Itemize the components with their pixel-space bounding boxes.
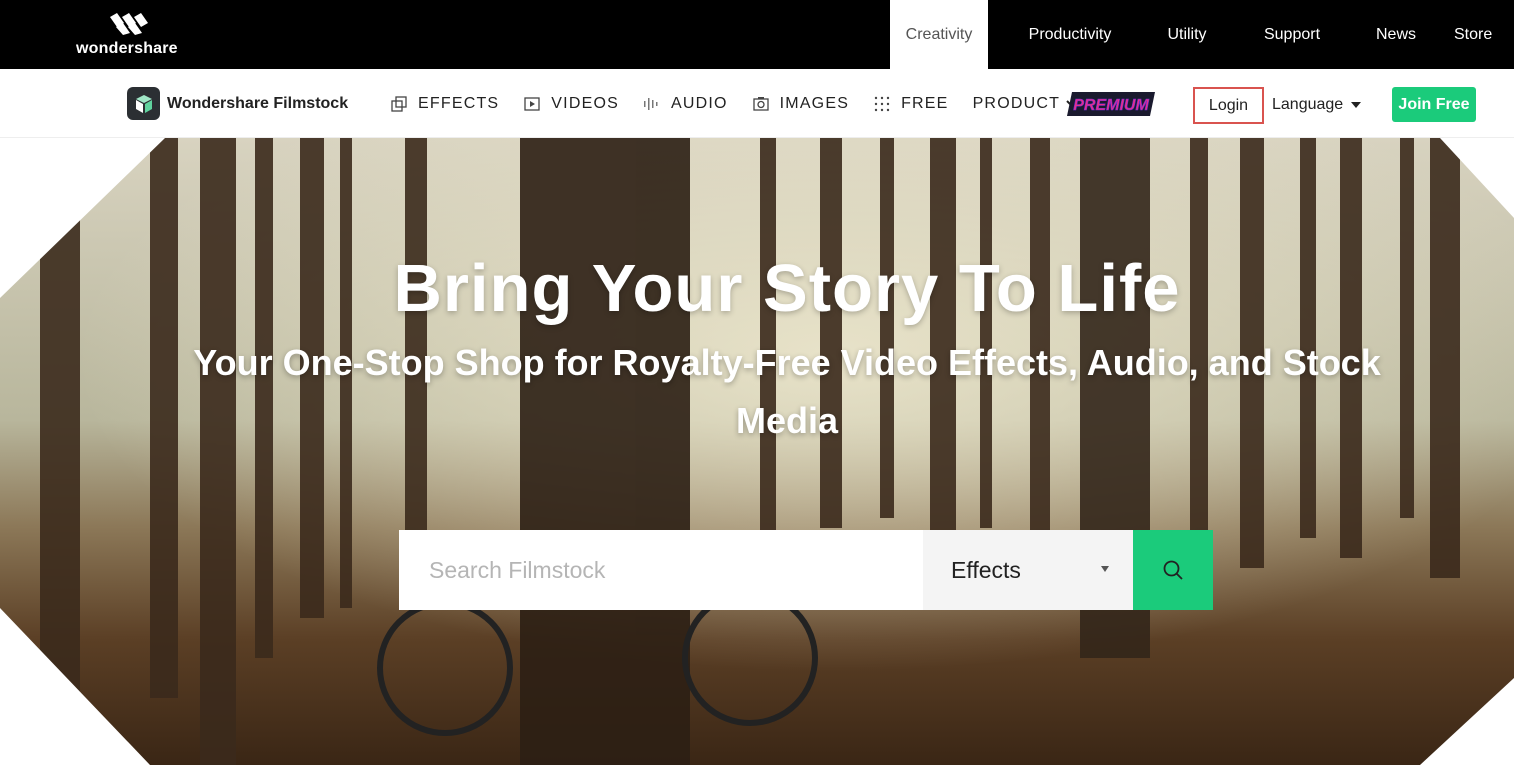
nav-free[interactable]: FREE (873, 95, 948, 113)
filmstock-brand[interactable]: Wondershare Filmstock (127, 87, 348, 120)
camera-icon (752, 95, 770, 113)
audio-wave-icon (643, 95, 661, 113)
nav-product[interactable]: PRODUCT (973, 95, 1081, 113)
top-bar: wondershare Creativity Productivity Util… (0, 0, 1514, 69)
language-selector[interactable]: Language (1272, 92, 1362, 118)
search-button[interactable] (1133, 530, 1213, 610)
category-nav: EFFECTS VIDEOS AUDIO IMAGES FREE PRODUCT (390, 69, 1104, 138)
search-bar: Effects (399, 530, 1213, 610)
nav-free-label: FREE (901, 94, 949, 112)
category-select-value: Effects (951, 556, 1021, 583)
hero-subtitle: Your One-Stop Shop for Royalty-Free Vide… (193, 342, 1381, 441)
nav-effects[interactable]: EFFECTS (390, 95, 499, 113)
tab-productivity[interactable]: Productivity (988, 0, 1152, 69)
search-icon (1163, 560, 1183, 580)
hero-banner: Bring Your Story To Life Your One-Stop S… (0, 138, 1514, 765)
brand-name: Wondershare Filmstock (167, 94, 349, 112)
nav-videos-label: VIDEOS (551, 94, 619, 112)
forest-background-image (0, 138, 1514, 765)
dots-grid-icon (873, 95, 891, 113)
nav-images[interactable]: IMAGES (752, 95, 849, 113)
effects-icon (390, 95, 408, 113)
dropdown-arrow-icon (1101, 566, 1109, 572)
wondershare-wordmark: wondershare (76, 40, 178, 57)
search-input[interactable] (399, 530, 923, 610)
caret-down-icon (1351, 102, 1362, 108)
wondershare-logo[interactable]: wondershare (76, 10, 186, 60)
nav-audio[interactable]: AUDIO (643, 95, 728, 113)
category-select[interactable]: Effects (923, 530, 1133, 610)
top-nav: Creativity Productivity Utility Support … (890, 0, 1514, 69)
premium-label: PREMIUM (1073, 97, 1149, 114)
login-button[interactable]: Login (1193, 87, 1264, 124)
hero-title: Bring Your Story To Life (393, 251, 1181, 326)
filmstock-logo-icon (127, 87, 160, 120)
nav-videos[interactable]: VIDEOS (523, 95, 619, 113)
tab-news[interactable]: News (1362, 0, 1430, 69)
join-free-button[interactable]: Join Free (1392, 87, 1476, 122)
tab-store[interactable]: Store (1430, 0, 1514, 69)
nav-images-label: IMAGES (779, 94, 850, 112)
wondershare-logo-icon (110, 13, 148, 35)
play-icon (523, 95, 541, 113)
tab-support[interactable]: Support (1222, 0, 1362, 69)
language-label: Language (1272, 96, 1344, 113)
tab-utility[interactable]: Utility (1152, 0, 1222, 69)
tab-creativity[interactable]: Creativity (890, 0, 988, 69)
nav-effects-label: EFFECTS (418, 94, 500, 112)
nav-audio-label: AUDIO (670, 94, 728, 112)
nav-product-label: PRODUCT (972, 94, 1061, 112)
premium-badge[interactable]: PREMIUM (1066, 91, 1156, 117)
